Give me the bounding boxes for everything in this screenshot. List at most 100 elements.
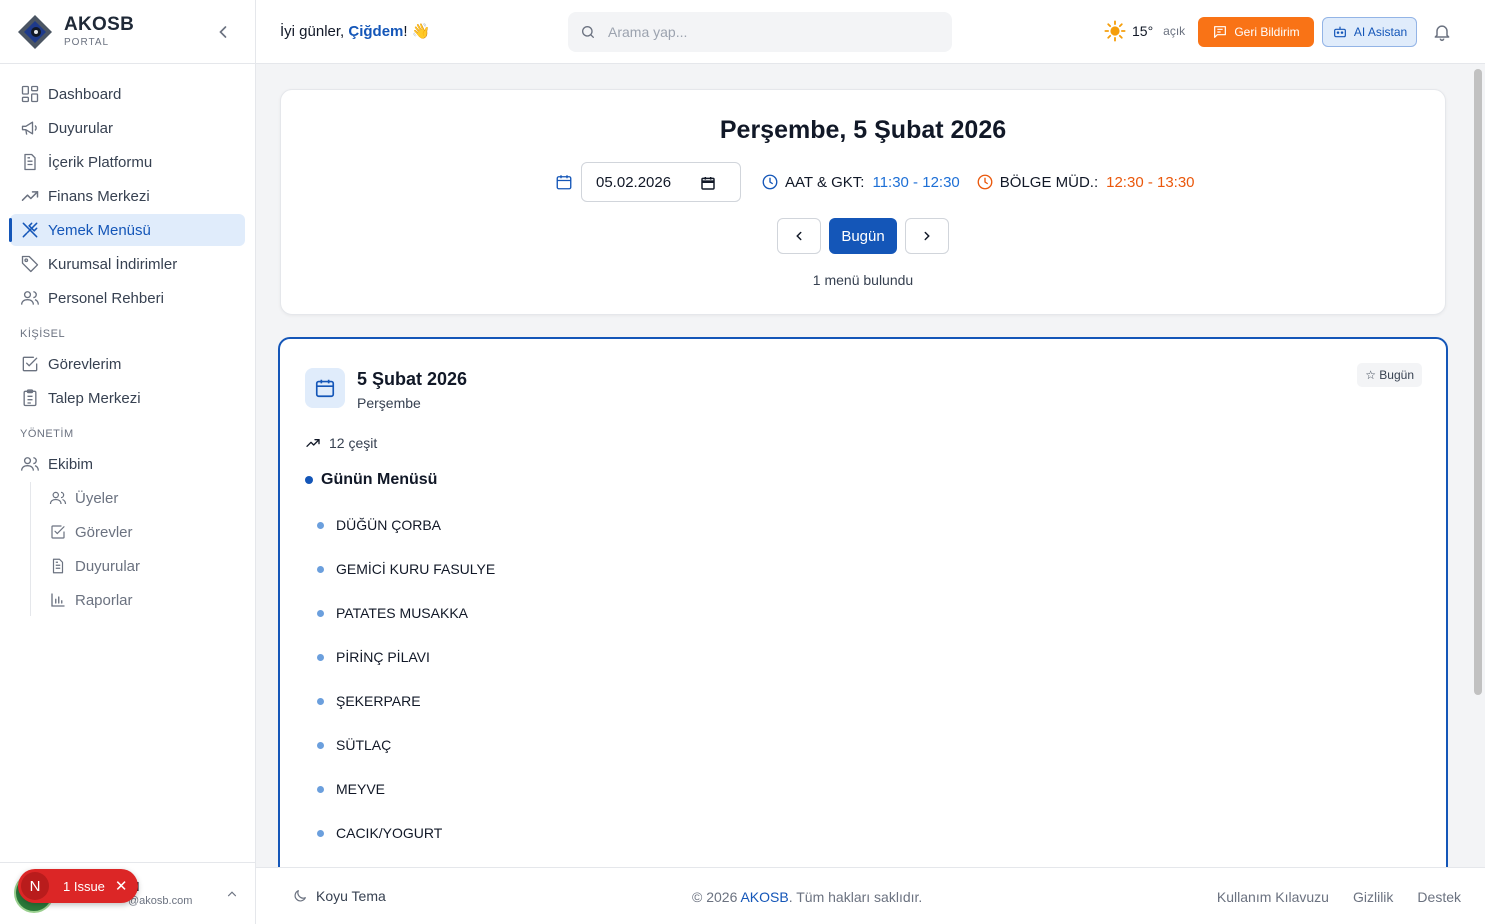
bullet-dot — [317, 742, 324, 749]
shift-time: 11:30 - 12:30 — [872, 173, 960, 191]
ai-assistant-label: AI Asistan — [1353, 25, 1408, 39]
weather-widget: 15° açık — [1104, 20, 1185, 42]
clock-icon — [762, 174, 778, 190]
sidebar-item-my-tasks[interactable]: Görevlerim — [10, 348, 245, 380]
sidebar-item-discounts[interactable]: Kurumsal İndirimler — [10, 248, 245, 280]
feedback-label: Geri Bildirim — [1234, 25, 1300, 39]
bell-icon[interactable] — [1432, 22, 1452, 42]
sidebar-item-label: Kurumsal İndirimler — [48, 255, 178, 273]
sidebar-item-label: Ekibim — [48, 455, 94, 473]
privacy-link[interactable]: Gizlilik — [1353, 889, 1393, 905]
collapse-sidebar-chevron-icon[interactable] — [213, 22, 233, 42]
feedback-button[interactable]: Geri Bildirim — [1198, 17, 1314, 47]
issue-label: 1 Issue — [63, 878, 105, 894]
page-title: Perşembe, 5 Şubat 2026 — [719, 116, 1007, 144]
sidebar-item-label: Üyeler — [75, 489, 119, 507]
ai-assistant-button[interactable]: AI Asistan — [1322, 17, 1417, 47]
copyright-prefix: © 2026 — [692, 889, 741, 905]
dish-name: MEYVE — [336, 781, 386, 797]
dark-theme-toggle[interactable]: Koyu Tema — [292, 888, 386, 904]
check-square-icon — [51, 525, 65, 539]
sidebar-item-requests[interactable]: Talep Merkezi — [10, 382, 245, 414]
user-guide-link[interactable]: Kullanım Kılavuzu — [1217, 889, 1329, 905]
sidebar-item-label: Duyurular — [48, 119, 114, 137]
sidebar-item-label: Dashboard — [48, 85, 122, 103]
weather-temperature: 15° — [1132, 23, 1154, 39]
shift-label: AAT & GKT: — [785, 173, 865, 191]
sidebar-item-label: İçerik Platformu — [48, 153, 153, 171]
date-picker-calendar-icon[interactable] — [700, 175, 716, 191]
menu-items-list: DÜĞÜN ÇORBA GEMİCİ KURU FASULYE PATATES … — [317, 517, 495, 867]
calendar-icon — [315, 379, 335, 398]
copyright: © 2026 AKOSB. Tüm hakları saklıdır. — [692, 889, 922, 905]
dish-name: SÜTLAÇ — [336, 737, 392, 753]
sidebar-item-announcements[interactable]: Duyurular — [10, 112, 245, 144]
dish-count: 12 çeşit — [305, 435, 377, 451]
trend-icon — [306, 439, 320, 447]
user-profile[interactable]: N @akosb.com N 1 Issue ✕ — [0, 862, 255, 924]
dish-name: DÜĞÜN ÇORBA — [336, 517, 442, 533]
user-email: @akosb.com — [128, 895, 193, 907]
sidebar-item-label: Personel Rehberi — [48, 289, 164, 307]
sidebar-item-dashboard[interactable]: Dashboard — [10, 78, 245, 110]
trend-icon — [21, 191, 39, 201]
dish-name: ŞEKERPARE — [336, 693, 421, 709]
greeting-prefix: İyi günler, — [280, 23, 349, 40]
footer: Koyu Tema © 2026 AKOSB. Tüm hakları sakl… — [256, 867, 1485, 924]
sidebar-item-members[interactable]: Üyeler — [39, 482, 245, 514]
today-button[interactable]: Bugün — [829, 218, 897, 254]
dish-count-label: 12 çeşit — [329, 435, 378, 451]
sidebar-item-label: Görevlerim — [48, 355, 122, 373]
sidebar-item-reports[interactable]: Raporlar — [39, 584, 245, 616]
sidebar-item-food-menu[interactable]: Yemek Menüsü — [9, 214, 245, 246]
bullet-dot — [317, 786, 324, 793]
brand[interactable]: AKOSB PORTAL — [0, 0, 255, 64]
date-input[interactable]: 05.02.2026 — [581, 162, 741, 202]
bullet-dot — [317, 566, 324, 573]
menu-weekday: Perşembe — [357, 395, 421, 411]
main-scrollbar[interactable] — [1471, 65, 1485, 867]
dish-name: PİRİNÇ PİLAVI — [336, 649, 430, 665]
bullet-dot — [317, 610, 324, 617]
sidebar-item-tasks[interactable]: Görevler — [39, 516, 245, 548]
sidebar-nav: Dashboard Duyurular İçerik Platformu Fin… — [0, 64, 255, 616]
menu-section-label: Günün Menüsü — [321, 471, 438, 488]
sidebar-item-label: Görevler — [75, 523, 133, 541]
copyright-brand-link[interactable]: AKOSB — [740, 889, 788, 905]
sidebar-item-team-announcements[interactable]: Duyurular — [39, 550, 245, 582]
message-icon — [1214, 26, 1227, 38]
sidebar-item-directory[interactable]: Personel Rehberi — [10, 282, 245, 314]
main-content: Perşembe, 5 Şubat 2026 05.02.2026 AAT & … — [256, 65, 1470, 867]
close-icon[interactable]: ✕ — [115, 877, 128, 895]
menu-calendar-badge — [305, 368, 345, 408]
section-label-personal: KİŞİSEL — [20, 328, 66, 340]
weather-description: açık — [1163, 24, 1186, 38]
document-icon — [24, 153, 36, 171]
search-input[interactable] — [608, 24, 928, 40]
shift-label: BÖLGE MÜD.: — [999, 173, 1099, 191]
robot-icon — [1333, 26, 1346, 38]
greeting: İyi günler, Çiğdem! 👋 — [280, 22, 430, 40]
chevron-up-icon[interactable] — [225, 887, 239, 901]
dashboard-icon — [21, 85, 39, 103]
users-icon — [49, 491, 67, 505]
list-item: GEMİCİ KURU FASULYE — [317, 561, 495, 605]
theme-label: Koyu Tema — [316, 888, 386, 904]
sidebar-item-finance[interactable]: Finans Merkezi — [10, 180, 245, 212]
issue-indicator[interactable]: N 1 Issue ✕ — [18, 869, 138, 903]
scrollbar-thumb[interactable] — [1474, 69, 1482, 695]
top-header: İyi günler, Çiğdem! 👋 15° açık Geri Bild… — [256, 0, 1485, 64]
today-badge: ☆ Bugün — [1357, 363, 1422, 387]
next-day-button[interactable] — [905, 218, 949, 254]
bar-chart-icon — [51, 593, 65, 607]
search-box[interactable] — [568, 12, 952, 52]
dish-name: PATATES MUSAKKA — [336, 605, 468, 621]
sidebar-item-content-platform[interactable]: İçerik Platformu — [10, 146, 245, 178]
tag-icon — [21, 255, 39, 273]
moon-icon — [294, 890, 306, 902]
sidebar-item-my-team[interactable]: Ekibim — [10, 448, 245, 480]
sidebar-item-label: Finans Merkezi — [48, 187, 150, 205]
results-count: 1 menü bulundu — [812, 272, 914, 288]
support-link[interactable]: Destek — [1417, 889, 1461, 905]
previous-day-button[interactable] — [777, 218, 821, 254]
